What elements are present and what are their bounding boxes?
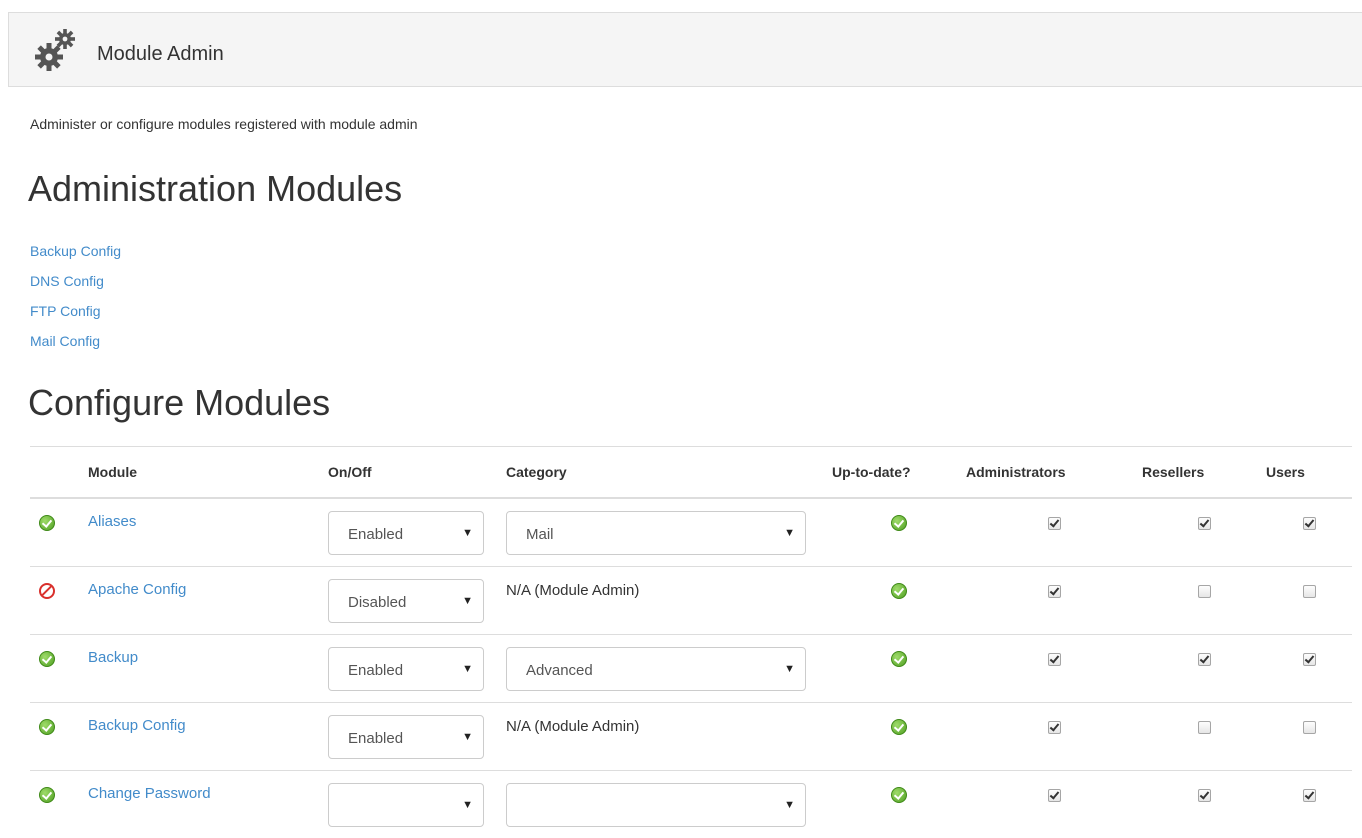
category-text: N/A (Module Admin) [506, 581, 640, 599]
enabled-check-icon [39, 515, 55, 531]
header-category: Category [506, 446, 832, 499]
header-module: Module [88, 446, 328, 499]
dropdown-arrow-icon: ▼ [784, 798, 795, 811]
onoff-select[interactable]: ▼ [328, 782, 484, 827]
module-link[interactable]: Backup [88, 649, 138, 666]
table-row: Backup Enabled ▼ Advanced ▼ [30, 633, 1352, 702]
users-checkbox[interactable] [1302, 652, 1316, 666]
disabled-icon [39, 582, 55, 599]
configure-modules-heading: Configure Modules [28, 382, 331, 423]
header-status [30, 446, 88, 499]
table-row: Change Password ▼ ▼ [30, 769, 1352, 838]
dropdown-arrow-icon: ▼ [462, 662, 473, 675]
onoff-value: Enabled [348, 661, 404, 679]
uptodate-check-icon [891, 582, 907, 599]
admin-modules-heading: Administration Modules [28, 168, 403, 209]
administrators-checkbox[interactable] [1047, 584, 1061, 598]
uptodate-check-icon [891, 650, 907, 667]
admin-link-mail-config[interactable]: Mail Config [30, 326, 121, 356]
page-title: Module Admin [97, 43, 224, 65]
table-row: Apache Config Disabled ▼ N/A (Module Admin) [30, 565, 1352, 634]
dropdown-arrow-icon: ▼ [462, 527, 473, 539]
dropdown-arrow-icon: ▼ [784, 527, 795, 539]
header-resellers: Resellers [1142, 446, 1266, 499]
page-description: Administer or configure modules register… [30, 116, 418, 132]
onoff-select[interactable]: Disabled ▼ [328, 578, 484, 623]
dropdown-arrow-icon: ▼ [462, 594, 473, 607]
resellers-checkbox[interactable] [1197, 584, 1211, 598]
onoff-value: Disabled [348, 593, 407, 611]
admin-link-dns-config[interactable]: DNS Config [30, 266, 121, 296]
users-checkbox[interactable] [1302, 584, 1316, 598]
category-value: Mail [526, 526, 554, 543]
category-text: N/A (Module Admin) [506, 717, 640, 735]
module-link[interactable]: Backup Config [88, 717, 186, 734]
category-value: Advanced [526, 661, 593, 679]
header-onoff: On/Off [328, 446, 506, 499]
panel-header: Module Admin [8, 12, 1362, 87]
uptodate-check-icon [891, 515, 907, 531]
header-administrators: Administrators [966, 446, 1142, 499]
category-select[interactable]: Mail ▼ [506, 511, 806, 555]
table-row: Backup Config Enabled ▼ N/A (Module Admin) [30, 701, 1352, 770]
admin-link-ftp-config[interactable]: FTP Config [30, 296, 121, 326]
resellers-checkbox[interactable] [1197, 517, 1211, 530]
resellers-checkbox[interactable] [1197, 652, 1211, 666]
enabled-check-icon [39, 718, 55, 735]
users-checkbox[interactable] [1302, 517, 1316, 530]
module-link[interactable]: Change Password [88, 785, 211, 802]
enabled-check-icon [39, 786, 55, 803]
table-header-row: Module On/Off Category Up-to-date? Admin… [30, 446, 1352, 499]
dropdown-arrow-icon: ▼ [784, 662, 795, 675]
admin-modules-list: Backup Config DNS Config FTP Config Mail… [30, 236, 121, 356]
module-link[interactable]: Aliases [88, 513, 136, 530]
administrators-checkbox[interactable] [1047, 720, 1061, 734]
header-uptodate: Up-to-date? [832, 446, 966, 499]
dropdown-arrow-icon: ▼ [462, 798, 473, 811]
onoff-select[interactable]: Enabled ▼ [328, 646, 484, 691]
onoff-value: Enabled [348, 729, 404, 747]
admin-link-backup-config[interactable]: Backup Config [30, 236, 121, 266]
uptodate-check-icon [891, 786, 907, 803]
administrators-checkbox[interactable] [1047, 517, 1061, 530]
module-link[interactable]: Apache Config [88, 581, 186, 598]
modules-table: Module On/Off Category Up-to-date? Admin… [30, 446, 1352, 838]
dropdown-arrow-icon: ▼ [462, 730, 473, 743]
uptodate-check-icon [891, 718, 907, 735]
onoff-select[interactable]: Enabled ▼ [328, 511, 484, 555]
onoff-value: Enabled [348, 526, 404, 543]
onoff-select[interactable]: Enabled ▼ [328, 714, 484, 759]
administrators-checkbox[interactable] [1047, 652, 1061, 666]
category-select[interactable]: ▼ [506, 782, 806, 827]
users-checkbox[interactable] [1302, 720, 1316, 734]
table-row: Aliases Enabled ▼ Mail ▼ [30, 497, 1352, 566]
gears-icon [35, 29, 75, 71]
category-select[interactable]: Advanced ▼ [506, 646, 806, 691]
resellers-checkbox[interactable] [1197, 720, 1211, 734]
enabled-check-icon [39, 650, 55, 667]
header-users: Users [1266, 446, 1352, 499]
